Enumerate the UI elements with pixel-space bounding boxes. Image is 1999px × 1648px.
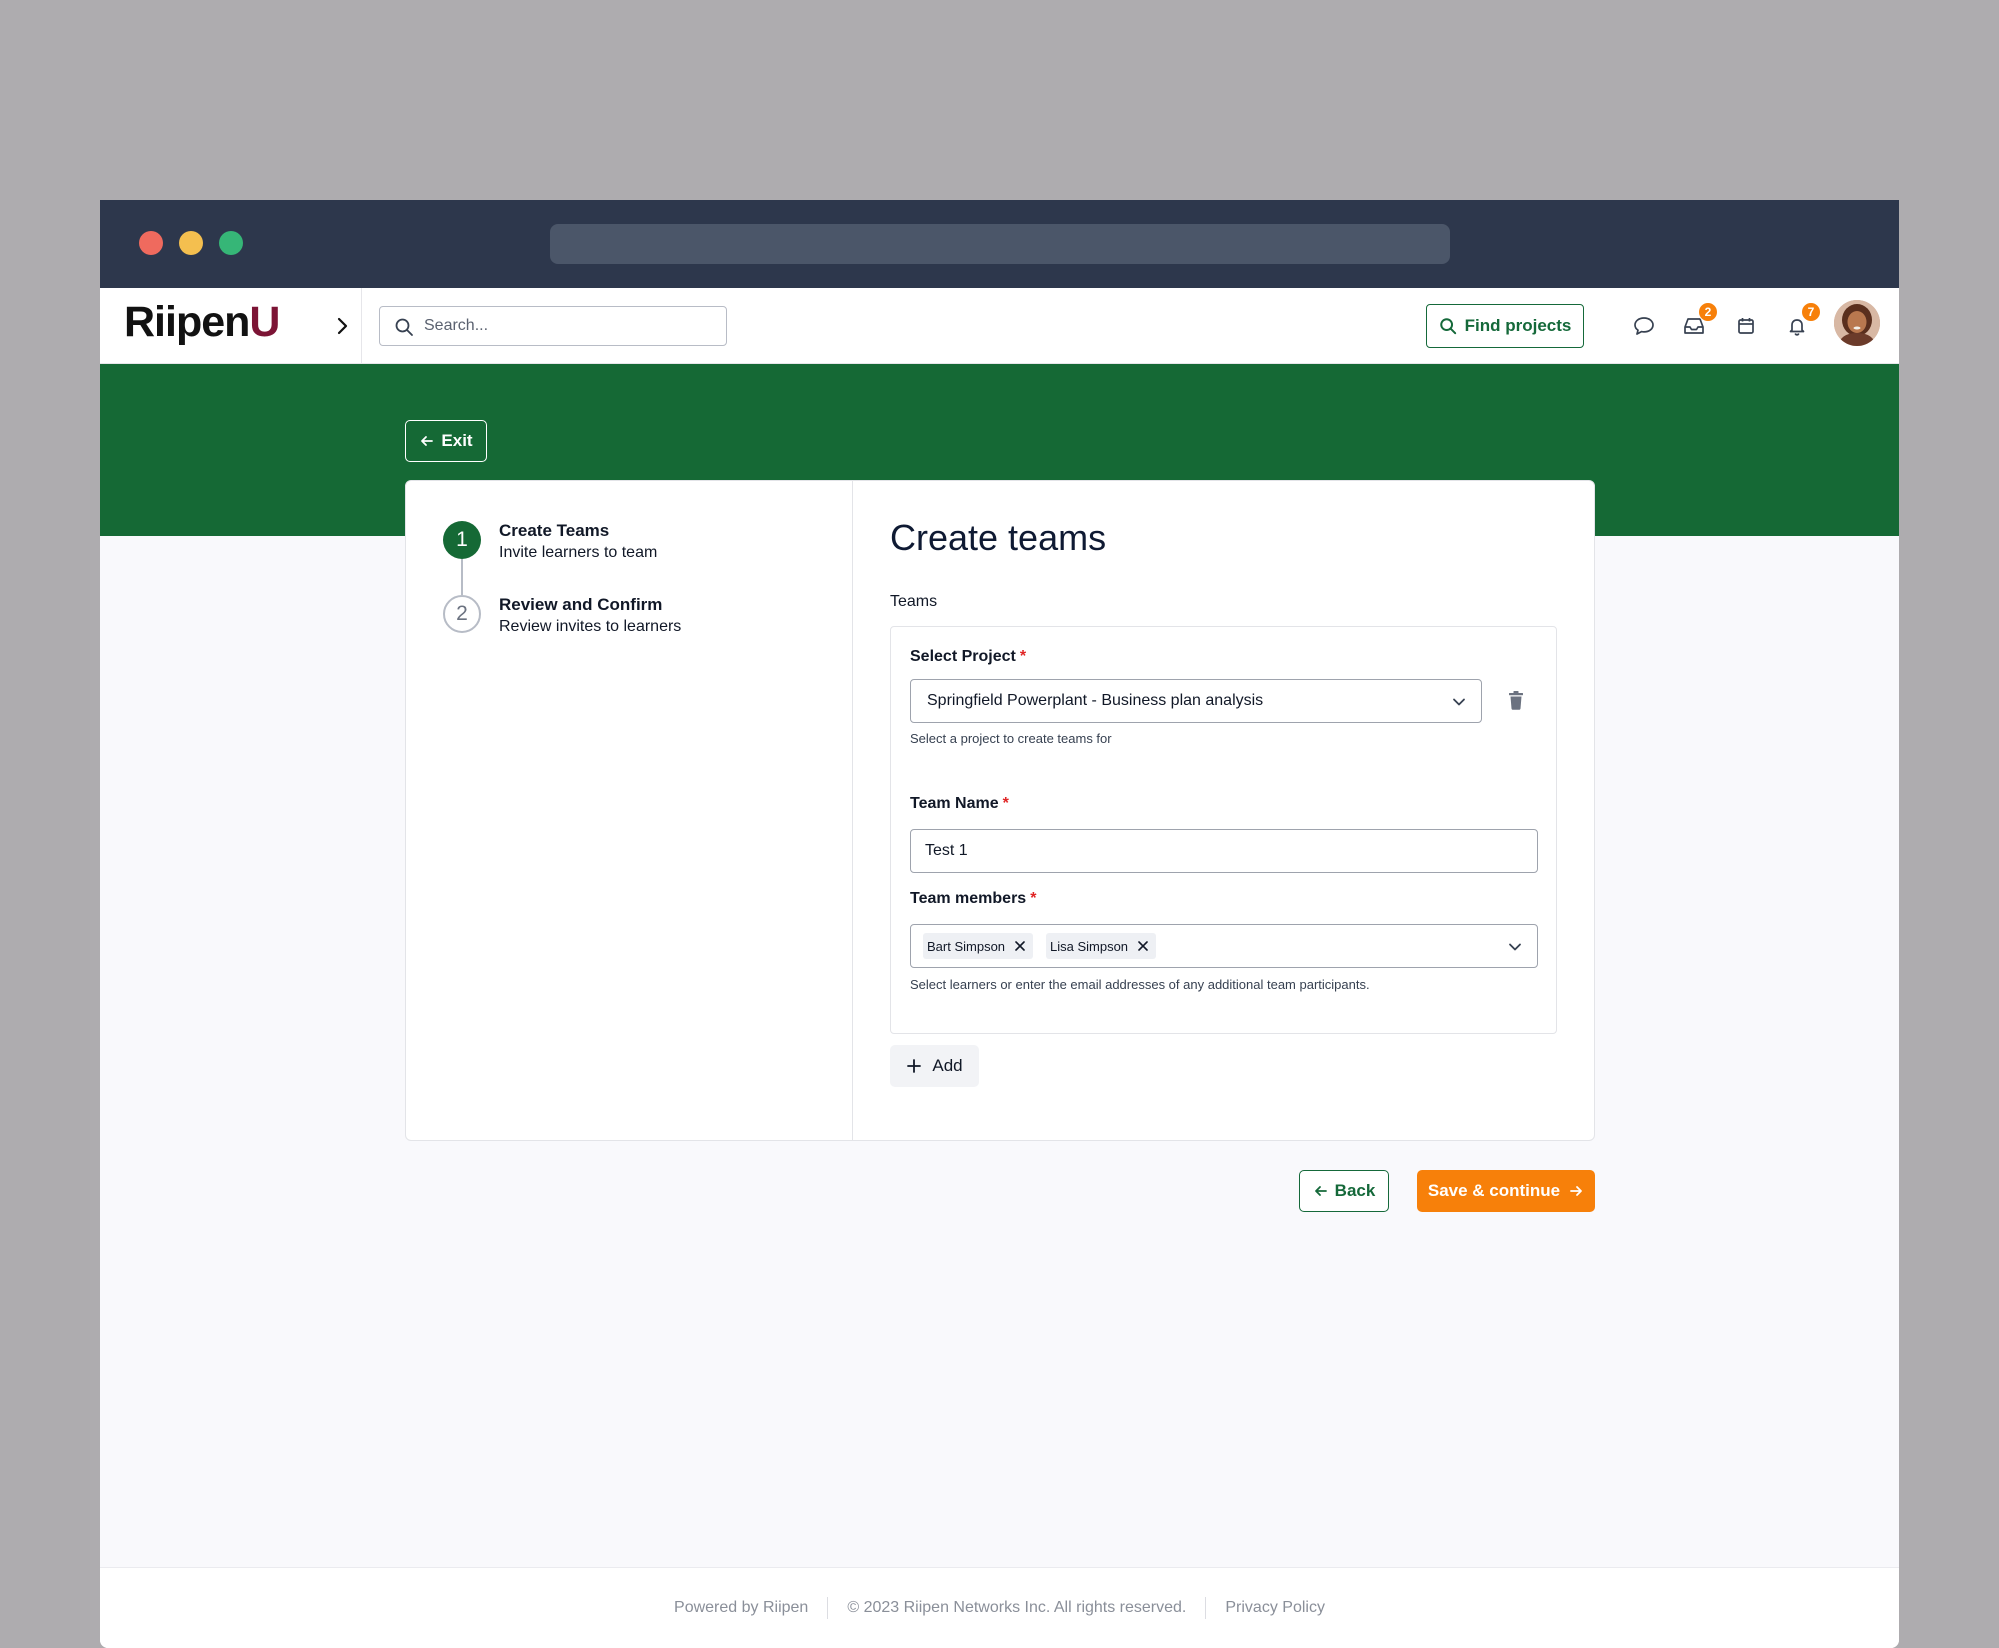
required-mark: * xyxy=(1002,795,1009,812)
calendar-icon xyxy=(1738,318,1754,334)
add-team-button[interactable]: Add xyxy=(890,1045,979,1087)
chat-bubble-icon xyxy=(1634,317,1654,335)
minimize-window-button[interactable] xyxy=(179,231,203,255)
select-project-label-text: Select Project xyxy=(910,648,1016,665)
arrow-left-icon xyxy=(421,436,434,446)
step-2-subtitle: Review invites to learners xyxy=(499,618,682,635)
address-bar[interactable] xyxy=(550,224,1450,264)
footer-divider xyxy=(1205,1597,1207,1619)
search-input[interactable] xyxy=(424,307,714,345)
team-members-label-text: Team members xyxy=(910,890,1027,907)
member-chip: Lisa Simpson xyxy=(1046,933,1157,959)
team-members-select[interactable]: Bart Simpson Lisa Simpson xyxy=(910,924,1538,968)
step-1-title: Create Teams xyxy=(499,521,610,540)
delete-team-button[interactable] xyxy=(1504,688,1528,712)
project-select[interactable]: Springfield Powerplant - Business plan a… xyxy=(910,679,1482,723)
search-icon xyxy=(395,318,413,336)
team-name-input[interactable] xyxy=(910,829,1538,873)
project-select-value: Springfield Powerplant - Business plan a… xyxy=(927,692,1264,709)
save-continue-label: Save & continue xyxy=(1427,1181,1561,1200)
step-connector xyxy=(461,559,463,595)
member-chip-label: Lisa Simpson xyxy=(1050,938,1129,954)
browser-window: RiipenU Find projects 2 7 xyxy=(100,200,1899,1648)
notifications-badge: 7 xyxy=(1801,302,1821,322)
chevron-right-icon xyxy=(337,317,348,335)
step-2-title: Review and Confirm xyxy=(499,595,663,614)
select-project-label: Select Project * xyxy=(910,648,1026,666)
exit-label: Exit xyxy=(441,431,473,450)
required-mark: * xyxy=(1030,890,1037,907)
maximize-window-button[interactable] xyxy=(219,231,243,255)
teams-section-label: Teams xyxy=(890,593,938,610)
save-continue-button[interactable]: Save & continue xyxy=(1417,1170,1595,1212)
chevron-down-icon xyxy=(1509,943,1521,951)
notifications-button[interactable]: 7 xyxy=(1783,302,1821,340)
add-team-label: Add xyxy=(932,1056,963,1075)
expand-sidebar-button[interactable] xyxy=(326,310,358,342)
back-button[interactable]: Back xyxy=(1299,1170,1389,1212)
header-divider xyxy=(361,288,362,364)
inbox-button[interactable]: 2 xyxy=(1680,302,1718,340)
find-projects-button[interactable]: Find projects xyxy=(1426,304,1584,348)
page-title: Create teams xyxy=(890,517,1107,558)
messages-button[interactable] xyxy=(1630,312,1658,340)
required-mark: * xyxy=(1019,648,1027,665)
arrow-left-icon xyxy=(1314,1186,1327,1196)
footer-divider xyxy=(827,1597,829,1619)
team-members-label: Team members * xyxy=(910,890,1036,908)
copyright-text: © 2023 Riipen Networks Inc. All rights r… xyxy=(847,1599,1187,1616)
remove-chip-icon[interactable] xyxy=(1136,939,1150,953)
search-box[interactable] xyxy=(379,306,727,346)
create-teams-form: Create teams Teams Select Project * Sprin… xyxy=(853,481,1594,1140)
powered-by-link[interactable]: Powered by Riipen xyxy=(674,1599,808,1617)
app-header: RiipenU Find projects 2 7 xyxy=(100,288,1899,364)
step-1-indicator: 1 xyxy=(443,521,481,559)
user-avatar[interactable] xyxy=(1834,300,1880,346)
search-icon xyxy=(1439,318,1456,335)
member-chip: Bart Simpson xyxy=(923,933,1034,959)
exit-button[interactable]: Exit xyxy=(405,420,487,462)
team-entry: Select Project * Springfield Powerplant -… xyxy=(890,626,1557,1034)
arrow-right-icon xyxy=(1570,1186,1583,1196)
close-window-button[interactable] xyxy=(139,231,163,255)
plus-icon xyxy=(907,1059,922,1073)
trash-icon xyxy=(1509,691,1523,710)
page-footer: Powered by Riipen © 2023 Riipen Networks… xyxy=(100,1567,1899,1648)
user-avatar-image xyxy=(1834,300,1880,346)
chevron-down-icon xyxy=(1453,698,1465,706)
step-1-subtitle: Invite learners to team xyxy=(499,544,658,561)
browser-titlebar xyxy=(100,200,1899,288)
back-label: Back xyxy=(1334,1181,1376,1200)
team-members-help-text: Select learners or enter the email addre… xyxy=(910,977,1370,992)
member-chip-label: Bart Simpson xyxy=(927,938,1006,954)
create-teams-card: 1 2 Create Teams Invite learners to team… xyxy=(405,480,1595,1141)
step-2-indicator: 2 xyxy=(443,595,481,633)
logo-accent-text: U xyxy=(249,298,280,346)
riipenu-logo[interactable]: RiipenU xyxy=(124,298,280,347)
team-name-label-text: Team Name xyxy=(910,795,999,812)
privacy-policy-link[interactable]: Privacy Policy xyxy=(1225,1599,1325,1617)
find-projects-label: Find projects xyxy=(1464,316,1572,335)
remove-chip-icon[interactable] xyxy=(1013,939,1027,953)
calendar-button[interactable] xyxy=(1732,312,1760,340)
team-name-label: Team Name * xyxy=(910,795,1009,813)
inbox-badge: 2 xyxy=(1698,302,1718,322)
logo-main-text: Riipen xyxy=(124,298,250,346)
stepper: 1 2 Create Teams Invite learners to team… xyxy=(406,481,853,1140)
project-help-text: Select a project to create teams for xyxy=(910,731,1112,746)
